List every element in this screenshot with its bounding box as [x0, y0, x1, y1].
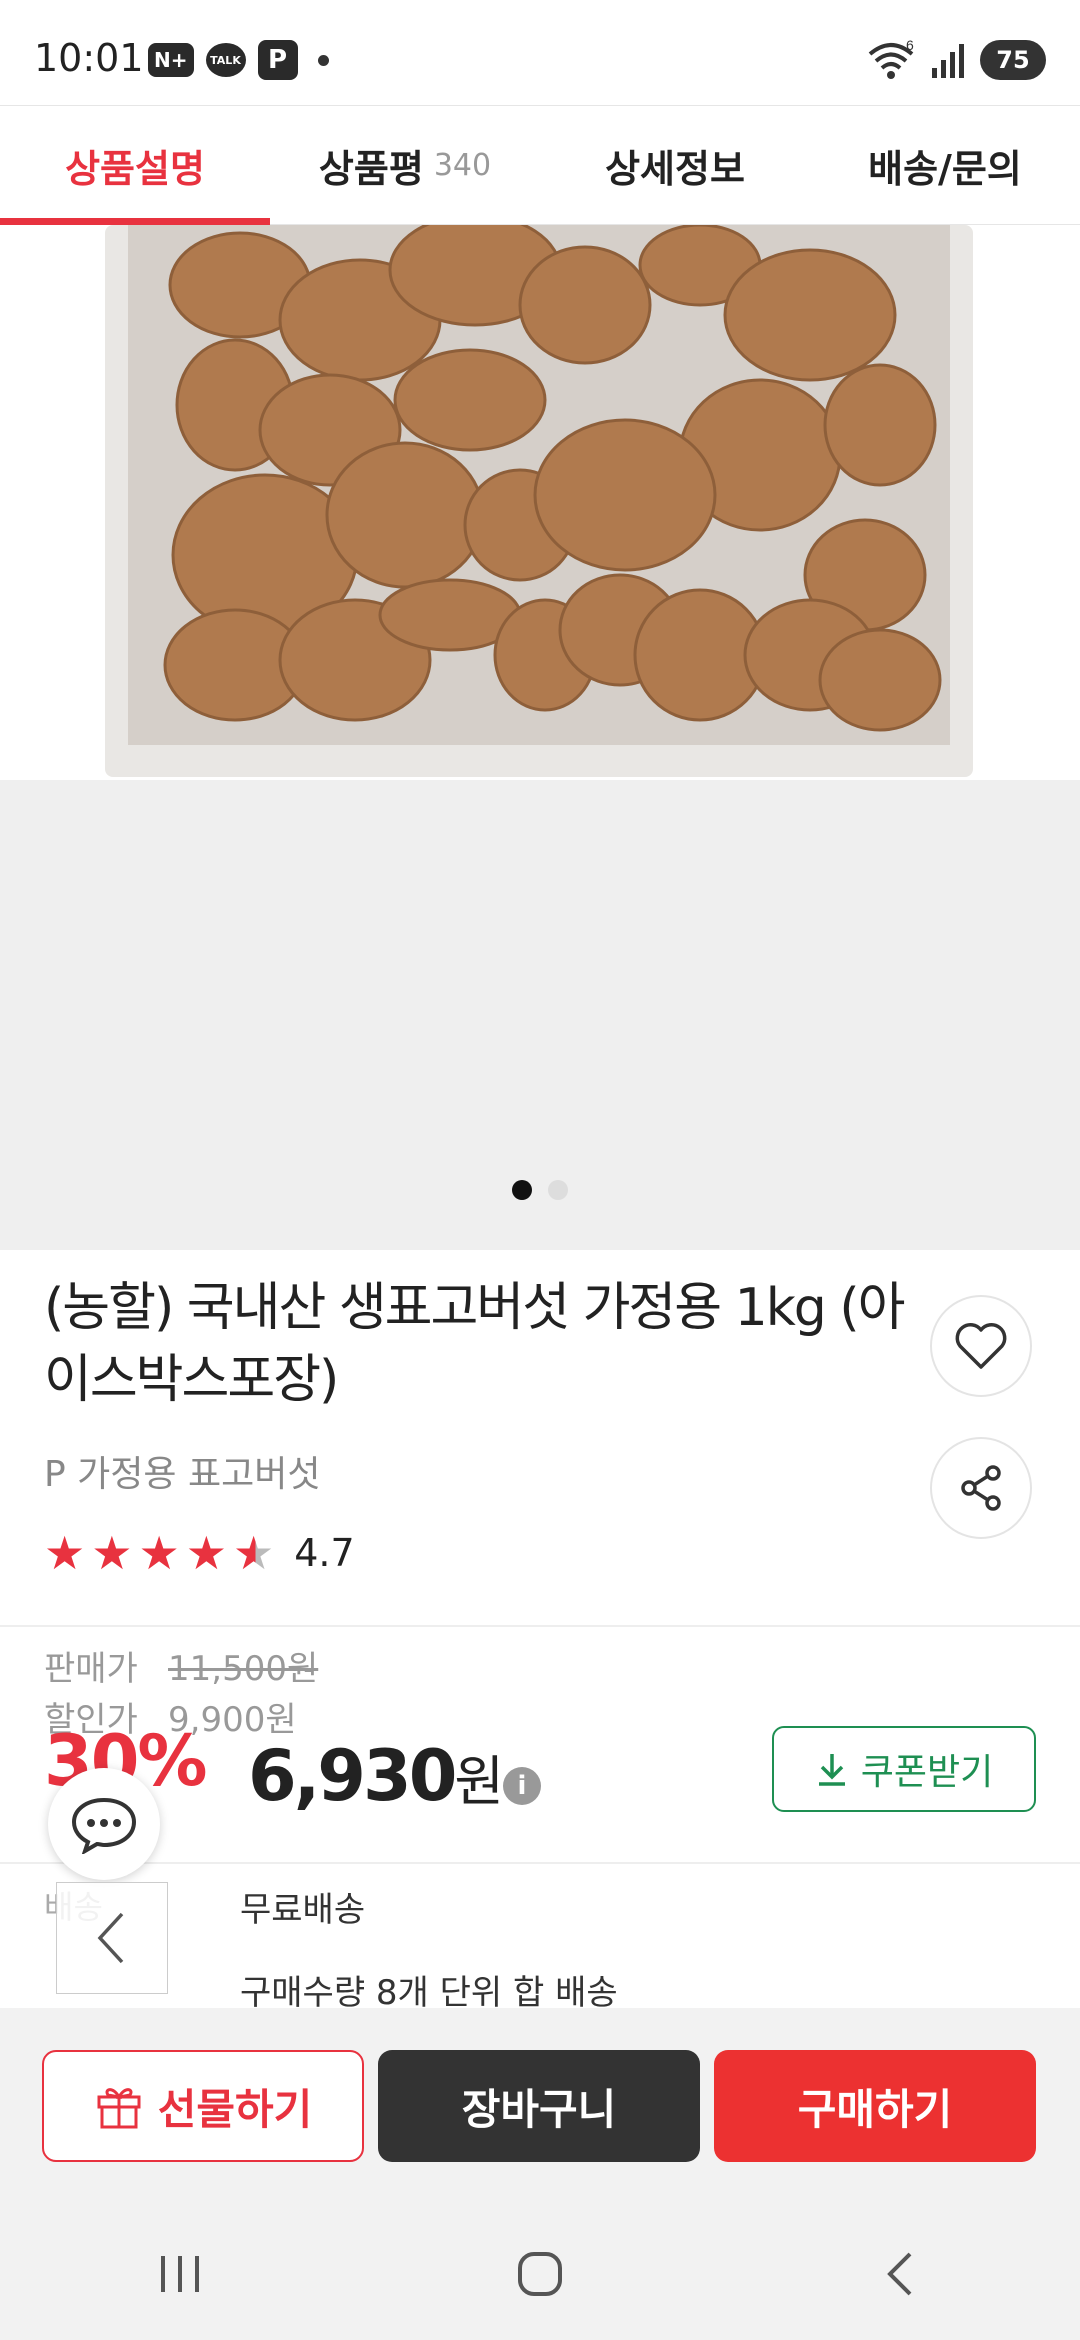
review-count: 340	[433, 147, 492, 183]
carousel-dot-active	[512, 1180, 532, 1200]
tab-details[interactable]: 상세정보	[540, 106, 810, 224]
tab-label: 상품평	[318, 146, 424, 191]
final-price: 6,930원	[248, 1735, 504, 1817]
star-icon: ★	[44, 1526, 86, 1580]
p-app-icon: P	[257, 40, 298, 80]
more-notifications-icon	[317, 54, 329, 66]
battery-icon: 75	[980, 40, 1046, 80]
chat-button[interactable]	[48, 1768, 160, 1880]
tab-label: 배송/문의	[868, 146, 1022, 191]
sale-price-value: 11,500원	[168, 1649, 319, 1689]
tab-reviews[interactable]: 상품평 340	[270, 106, 540, 224]
wifi-icon: 6	[868, 40, 914, 79]
system-icons: 6 75	[866, 40, 1046, 80]
naver-plus-icon: N+	[148, 43, 194, 77]
product-photo	[0, 225, 1080, 780]
notification-icons: N+ TALK P	[148, 40, 329, 80]
wifi-sub-label: 6	[906, 40, 914, 53]
coupon-label: 쿠폰받기	[860, 1752, 994, 1793]
recent-apps-button[interactable]	[120, 2234, 240, 2314]
sale-price-label: 판매가	[44, 1649, 138, 1689]
rating-value: 4.7	[294, 1531, 355, 1575]
signal-icon	[932, 44, 964, 78]
share-icon	[961, 1465, 1001, 1511]
add-to-cart-button[interactable]: 장바구니	[378, 2050, 700, 2162]
status-bar: 10:01 N+ TALK P 6 75	[0, 0, 1080, 105]
divider	[0, 1862, 1080, 1864]
wishlist-button[interactable]	[930, 1295, 1032, 1397]
carousel-indicator	[0, 1180, 1080, 1200]
mushroom-box-image	[105, 225, 973, 777]
share-button[interactable]	[930, 1437, 1032, 1539]
buy-now-button[interactable]: 구매하기	[714, 2050, 1036, 2162]
rating-summary[interactable]: ★ ★ ★ ★ ★ 4.7	[44, 1530, 355, 1576]
tab-description[interactable]: 상품설명	[0, 106, 270, 225]
coupon-button[interactable]: 쿠폰받기	[772, 1726, 1036, 1812]
star-icon: ★	[138, 1526, 180, 1580]
kakaotalk-icon: TALK	[205, 43, 246, 77]
product-tabs: 상품설명 상품평 340 상세정보 배송/문의	[0, 105, 1080, 225]
star-icon: ★	[91, 1526, 133, 1580]
heart-icon	[955, 1323, 1007, 1369]
floating-back-button[interactable]	[56, 1882, 168, 1994]
gift-icon	[97, 2088, 141, 2129]
tab-label: 상세정보	[605, 146, 745, 191]
chevron-left-icon	[97, 1912, 124, 1964]
product-title: (농할) 국내산 생표고버섯 가정용 1kg (아이스박스포장)	[44, 1278, 905, 1410]
purchase-action-bar: 선물하기 장바구니 구매하기	[0, 2008, 1080, 2208]
product-subtitle: P 가정용 표고버섯	[44, 1454, 321, 1495]
back-button[interactable]	[840, 2234, 960, 2314]
home-button[interactable]	[480, 2234, 600, 2314]
chat-bubble-icon	[71, 1797, 137, 1854]
tab-shipping-inquiry[interactable]: 배송/문의	[810, 106, 1080, 224]
buy-label: 구매하기	[797, 2084, 953, 2134]
shipping-value: 무료배송	[240, 1890, 366, 1930]
cart-label: 장바구니	[461, 2084, 617, 2134]
system-navigation-bar	[0, 2208, 1080, 2340]
carousel-dot	[548, 1180, 568, 1200]
shipping-note: 구매수량 8개 단위 합 배송	[240, 1973, 618, 2013]
tab-label: 상품설명	[65, 146, 205, 191]
status-time: 10:01	[34, 36, 144, 80]
product-image-carousel[interactable]	[0, 225, 1080, 1250]
final-price-unit: 원	[454, 1750, 505, 1813]
final-price-amount: 6,930	[248, 1735, 457, 1817]
gift-label: 선물하기	[157, 2084, 313, 2134]
home-icon	[518, 2252, 562, 2296]
download-icon	[818, 1754, 845, 1786]
gift-button[interactable]: 선물하기	[42, 2050, 364, 2162]
back-icon	[887, 2252, 912, 2296]
divider	[0, 1625, 1080, 1627]
star-icon: ★	[185, 1526, 227, 1580]
half-star-icon: ★	[233, 1526, 275, 1580]
recent-apps-icon	[161, 2256, 199, 2292]
price-info-icon[interactable]: i	[503, 1767, 541, 1805]
